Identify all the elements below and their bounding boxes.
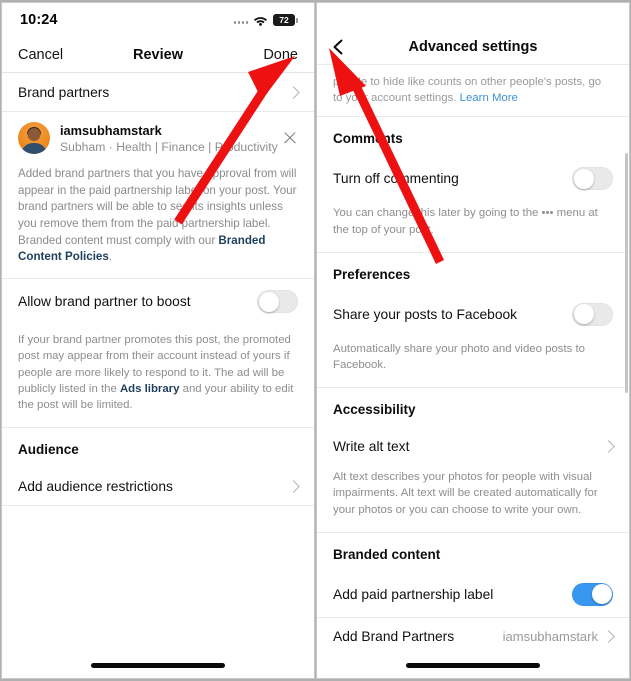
row-share-to-facebook[interactable]: Share your posts to Facebook bbox=[317, 291, 629, 337]
row-turn-off-commenting[interactable]: Turn off commenting bbox=[317, 156, 629, 202]
ads-library-link[interactable]: Ads library bbox=[120, 383, 180, 395]
chevron-right-icon bbox=[287, 85, 300, 99]
clipped-text-top bbox=[317, 65, 629, 72]
learn-more-link[interactable]: Learn More bbox=[460, 92, 518, 104]
audience-heading: Audience bbox=[18, 442, 79, 458]
screenshot-stage: 10:24 72 Cancel Review Done Brand partne… bbox=[0, 0, 631, 681]
share-to-facebook-toggle[interactable] bbox=[572, 302, 613, 326]
preferences-heading: Preferences bbox=[333, 266, 411, 282]
allow-boost-toggle[interactable] bbox=[257, 290, 298, 314]
battery-icon: 72 bbox=[273, 14, 298, 26]
right-phone-screen: Advanced settings people to hide like co… bbox=[316, 2, 630, 679]
paid-partnership-label-toggle[interactable] bbox=[572, 582, 613, 606]
chevron-right-icon bbox=[602, 630, 615, 644]
review-navbar: Cancel Review Done bbox=[2, 37, 314, 73]
advanced-settings-navbar: Advanced settings bbox=[317, 29, 629, 65]
avatar bbox=[18, 122, 50, 154]
row-brand-partners-label: Brand partners bbox=[18, 84, 110, 100]
wifi-icon bbox=[254, 16, 267, 26]
row-add-brand-partners-label: Add Brand Partners bbox=[333, 629, 455, 645]
chevron-right-icon bbox=[602, 439, 615, 453]
cancel-button[interactable]: Cancel bbox=[18, 47, 63, 63]
brand-partner-description: Added brand partners that you have appro… bbox=[2, 162, 314, 278]
row-write-alt-text[interactable]: Write alt text bbox=[317, 427, 629, 466]
status-bar: 10:24 72 bbox=[2, 3, 314, 37]
row-allow-boost[interactable]: Allow brand partner to boost bbox=[2, 279, 314, 325]
brand-partner-username: iamsubhamstark bbox=[60, 122, 162, 138]
home-indicator bbox=[406, 663, 540, 668]
signal-dots-icon bbox=[233, 16, 248, 25]
left-phone-screen: 10:24 72 Cancel Review Done Brand partne… bbox=[1, 2, 315, 679]
row-paid-partnership-label-text: Add paid partnership label bbox=[333, 586, 494, 602]
row-share-to-facebook-label: Share your posts to Facebook bbox=[333, 306, 518, 322]
right-content: people to hide like counts on other peop… bbox=[317, 65, 629, 678]
battery-percentage: 72 bbox=[279, 14, 289, 25]
row-allow-boost-label: Allow brand partner to boost bbox=[18, 294, 191, 310]
accessibility-helper: Alt text describes your photos for peopl… bbox=[333, 471, 598, 516]
brand-partner-subtitle: Subham · Health | Finance | Productivity bbox=[60, 139, 278, 154]
preferences-helper: Automatically share your photo and video… bbox=[333, 342, 586, 371]
comments-heading: Comments bbox=[333, 131, 403, 147]
close-icon[interactable] bbox=[282, 130, 298, 146]
home-indicator bbox=[91, 663, 225, 668]
back-chevron-icon[interactable] bbox=[329, 38, 347, 56]
brand-partner-description-tail: . bbox=[108, 250, 113, 264]
status-bar-indicators: 72 bbox=[233, 14, 298, 26]
left-content: Brand partners iamsubhamstark Subham · H… bbox=[2, 73, 314, 678]
row-add-brand-partners-value: iamsubhamstark bbox=[502, 629, 598, 645]
row-turn-off-commenting-label: Turn off commenting bbox=[333, 171, 459, 187]
row-audience-restrictions-label: Add audience restrictions bbox=[18, 478, 173, 494]
row-add-brand-partners[interactable]: Add Brand Partners iamsubhamstark bbox=[317, 617, 629, 656]
like-counts-helper: people to hide like counts on other peop… bbox=[317, 72, 629, 116]
scrollbar[interactable] bbox=[625, 153, 628, 393]
row-paid-partnership-label[interactable]: Add paid partnership label bbox=[317, 571, 629, 617]
row-brand-partners[interactable]: Brand partners bbox=[2, 73, 314, 111]
branded-content-heading: Branded content bbox=[333, 546, 441, 562]
accessibility-heading: Accessibility bbox=[333, 402, 416, 418]
status-bar-clock: 10:24 bbox=[20, 12, 58, 28]
turn-off-commenting-toggle[interactable] bbox=[572, 167, 613, 191]
row-write-alt-text-label: Write alt text bbox=[333, 438, 410, 454]
chevron-right-icon bbox=[287, 479, 300, 493]
comments-helper: You can change this later by going to th… bbox=[333, 207, 598, 236]
page-title: Advanced settings bbox=[408, 38, 538, 55]
right-status-spacer bbox=[317, 3, 629, 29]
brand-partner-item[interactable]: iamsubhamstark Subham · Health | Finance… bbox=[2, 112, 314, 162]
boost-description: If your brand partner promotes this post… bbox=[2, 324, 314, 427]
row-audience-restrictions[interactable]: Add audience restrictions bbox=[2, 467, 314, 506]
left-empty-area bbox=[2, 506, 314, 678]
done-button[interactable]: Done bbox=[263, 47, 298, 63]
